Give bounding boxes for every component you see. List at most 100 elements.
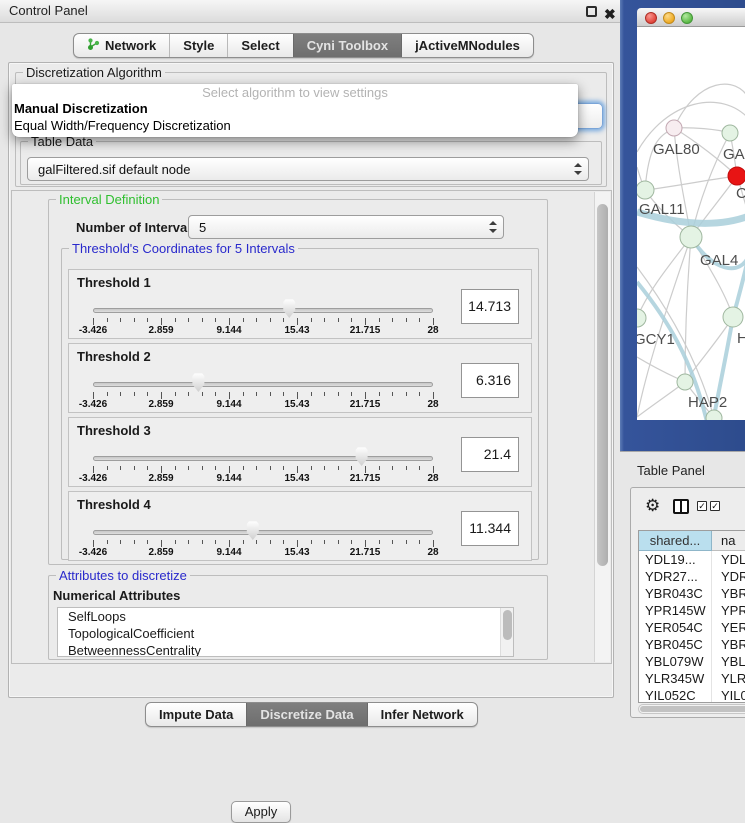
attribute-item[interactable]: TopologicalCoefficient [58, 625, 513, 642]
network-node[interactable] [666, 120, 682, 136]
cell-name[interactable]: YBL0 [712, 653, 745, 670]
cell-name[interactable]: YDL1 [712, 551, 745, 568]
algorithm-option[interactable]: Manual Discretization [14, 101, 148, 116]
settings-scrollbar-thumb[interactable] [597, 204, 608, 566]
table-row[interactable]: YLR345WYLR3 [639, 670, 745, 687]
cell-shared-name[interactable]: YBR045C [639, 636, 712, 653]
close-icon[interactable]: ✖ [604, 3, 616, 25]
slider-handle[interactable] [191, 373, 206, 392]
network-node[interactable] [728, 167, 745, 185]
control-panel-content: Discretization Algorithm Table Data galF… [8, 62, 614, 698]
network-node[interactable] [637, 309, 646, 327]
cell-shared-name[interactable]: YIL052C [639, 687, 712, 703]
slider-track[interactable] [93, 530, 433, 535]
cell-shared-name[interactable]: YDR27... [639, 568, 712, 585]
slider-handle[interactable] [354, 447, 369, 466]
cell-shared-name[interactable]: YBL079W [639, 653, 712, 670]
attributes-scrollbar[interactable] [500, 608, 513, 656]
thresholds-group-label: Threshold's Coordinates for 5 Intervals [69, 241, 298, 256]
cell-name[interactable]: YBR0 [712, 585, 745, 602]
algorithm-option[interactable]: Equal Width/Frequency Discretization [14, 118, 231, 133]
apply-button[interactable]: Apply [231, 801, 291, 823]
table-row[interactable]: YBR045CYBR0 [639, 636, 745, 653]
network-edge[interactable] [645, 128, 674, 190]
settings-scrollbar[interactable] [594, 192, 610, 662]
tab-cyni-toolbox[interactable]: Cyni Toolbox [293, 34, 401, 57]
threshold-label: Threshold 1 [77, 275, 151, 290]
close-traffic-light-icon[interactable] [645, 12, 657, 24]
network-edge[interactable] [645, 176, 737, 190]
network-node[interactable] [723, 307, 743, 327]
network-graph[interactable]: GAL80GACGAL11GAL4GCY1HHAP2 [637, 27, 745, 420]
tab-select[interactable]: Select [227, 34, 292, 57]
tab-style[interactable]: Style [169, 34, 227, 57]
network-node[interactable] [677, 374, 693, 390]
gear-icon[interactable]: ⚙ [645, 496, 660, 516]
tab-jactivemnodules[interactable]: jActiveMNodules [401, 34, 533, 57]
table-row[interactable]: YPR145WYPR1 [639, 602, 745, 619]
cell-name[interactable]: YPR1 [712, 602, 745, 619]
tab-network[interactable]: Network [74, 34, 169, 57]
minimize-traffic-light-icon[interactable] [663, 12, 675, 24]
network-edge[interactable] [674, 84, 745, 128]
table-row[interactable]: YDR27...YDR2 [639, 568, 745, 585]
network-node[interactable] [722, 125, 738, 141]
slider-tick [338, 540, 339, 544]
column-header-name[interactable]: na [712, 531, 745, 551]
table-row[interactable]: YBL079WYBL0 [639, 653, 745, 670]
slider-tick [215, 392, 216, 396]
attribute-item[interactable]: SelfLoops [58, 608, 513, 625]
slider-tick [229, 466, 230, 473]
float-window-icon[interactable] [586, 6, 597, 17]
algorithm-prompt-item[interactable]: Select algorithm to view settings [12, 85, 578, 100]
table-row[interactable]: YIL052CYIL0 [639, 687, 745, 703]
table-row[interactable]: YDL19...YDL1 [639, 551, 745, 568]
control-panel-titlebar: Control Panel ✖ [0, 0, 620, 23]
cell-name[interactable]: YDR2 [712, 568, 745, 585]
slider-tick [338, 318, 339, 322]
cell-name[interactable]: YIL0 [712, 687, 745, 703]
network-node[interactable] [680, 226, 702, 248]
zoom-traffic-light-icon[interactable] [681, 12, 693, 24]
network-node[interactable] [637, 181, 654, 199]
number-of-intervals-select[interactable]: 5 [188, 215, 504, 239]
table-row[interactable]: YER054CYER0 [639, 619, 745, 636]
cell-name[interactable]: YBR0 [712, 636, 745, 653]
slider-track[interactable] [93, 382, 433, 387]
table-hscrollbar-thumb[interactable] [640, 706, 745, 712]
checkbox-icon[interactable]: ✓ [710, 501, 720, 511]
threshold-value-field[interactable]: 11.344 [461, 511, 519, 546]
attribute-item[interactable]: BetweennessCentrality [58, 642, 513, 657]
network-canvas[interactable]: GAL80GACGAL11GAL4GCY1HHAP2 [637, 27, 745, 420]
cell-shared-name[interactable]: YPR145W [639, 602, 712, 619]
slider-handle[interactable] [282, 299, 297, 318]
table-row[interactable]: YBR043CYBR0 [639, 585, 745, 602]
slider-tick [120, 466, 121, 470]
columns-icon[interactable] [673, 499, 689, 514]
tab-infer-network[interactable]: Infer Network [367, 703, 477, 726]
slider-handle[interactable] [245, 521, 260, 540]
column-header-shared-name[interactable]: shared... [639, 531, 712, 551]
cell-shared-name[interactable]: YBR043C [639, 585, 712, 602]
tab-impute-data[interactable]: Impute Data [146, 703, 246, 726]
network-window-titlebar[interactable] [637, 8, 745, 27]
threshold-value-field[interactable]: 6.316 [461, 363, 519, 398]
slider-track[interactable] [93, 308, 433, 313]
attributes-scrollbar-thumb[interactable] [503, 610, 512, 640]
node-attribute-table[interactable]: shared...naYDL19...YDL1YDR27...YDR2YBR04… [638, 530, 745, 703]
threshold-value-field[interactable]: 21.4 [461, 437, 519, 472]
checkbox-icon[interactable]: ✓ [697, 501, 707, 511]
table-data-select[interactable]: galFiltered.sif default node [27, 157, 589, 181]
control-panel: Control Panel ✖ NetworkStyleSelectCyni T… [0, 0, 620, 745]
cell-shared-name[interactable]: YDL19... [639, 551, 712, 568]
slider-tick-label: 2.859 [136, 547, 186, 558]
cell-name[interactable]: YLR3 [712, 670, 745, 687]
table-hscrollbar[interactable] [638, 704, 745, 714]
tab-discretize-data[interactable]: Discretize Data [246, 703, 366, 726]
cell-shared-name[interactable]: YER054C [639, 619, 712, 636]
cell-name[interactable]: YER0 [712, 619, 745, 636]
numerical-attributes-list[interactable]: SelfLoopsTopologicalCoefficientBetweenne… [57, 607, 514, 657]
threshold-value-field[interactable]: 14.713 [461, 289, 519, 324]
cell-shared-name[interactable]: YLR345W [639, 670, 712, 687]
slider-track[interactable] [93, 456, 433, 461]
